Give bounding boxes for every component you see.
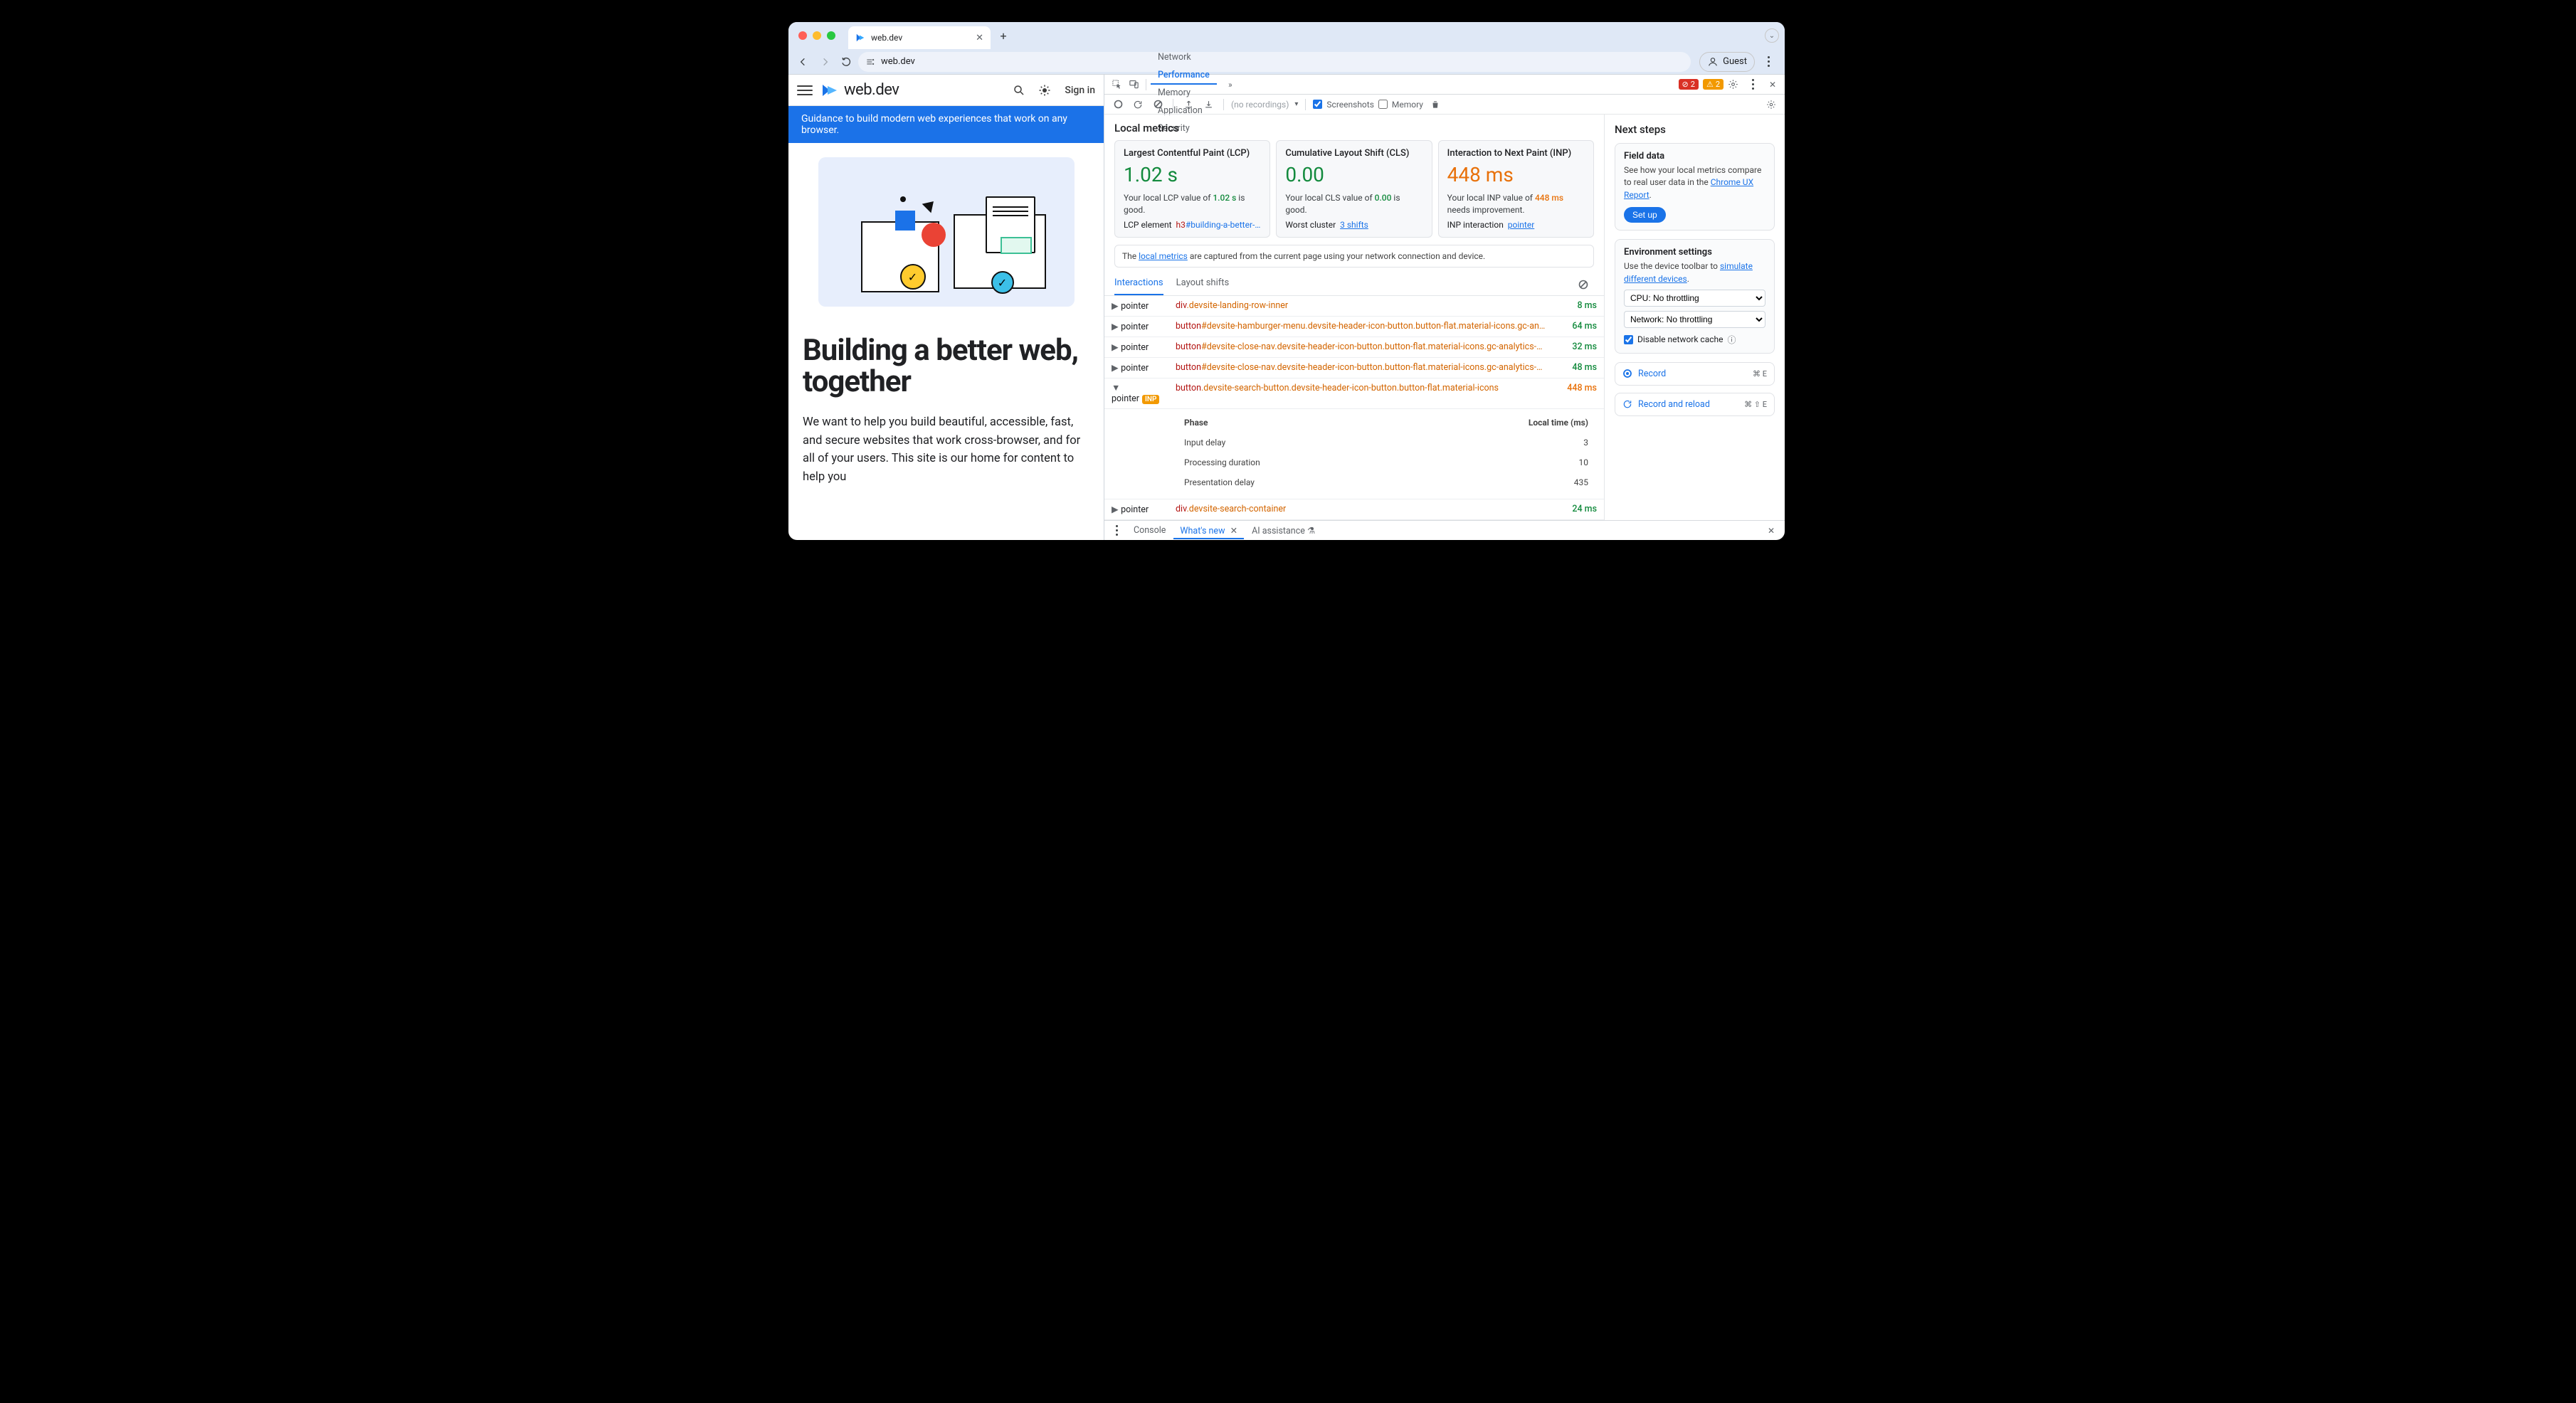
interaction-detail: PhaseLocal time (ms)Input delay3Processi… (1104, 408, 1604, 499)
new-tab-button[interactable]: + (995, 27, 1012, 44)
browser-window: web.dev ✕ + ⌄ web.dev Guest (788, 22, 1785, 540)
recordings-dropdown[interactable]: (no recordings) (1231, 100, 1289, 110)
metric-card: Cumulative Layout Shift (CLS) 0.00 Your … (1276, 140, 1432, 238)
inspect-element-icon[interactable] (1109, 77, 1124, 92)
sidebar-title: Next steps (1615, 123, 1775, 136)
tab-strip: web.dev ✕ + ⌄ (788, 22, 1785, 49)
subtab-interactions[interactable]: Interactions (1114, 275, 1163, 295)
interaction-row[interactable]: ▶ pointer button#devsite-close-nav.devsi… (1104, 357, 1604, 378)
field-data-panel: Field data See how your local metrics co… (1615, 143, 1775, 231)
theme-toggle[interactable] (1035, 80, 1055, 100)
devtools-tab-network[interactable]: Network (1151, 49, 1217, 67)
interaction-row[interactable]: ▶ pointer div.devsite-search-container 2… (1104, 499, 1604, 519)
omnibox-url: web.dev (881, 56, 915, 67)
upload-icon[interactable] (1181, 97, 1196, 112)
subtabs: Interactions Layout shifts (1104, 268, 1604, 296)
local-metrics-link[interactable]: local metrics (1139, 251, 1188, 261)
forward-button[interactable] (815, 53, 834, 71)
devtools-tab-performance[interactable]: Performance (1151, 67, 1217, 85)
signin-link[interactable]: Sign in (1065, 85, 1095, 96)
subtab-layout-shifts[interactable]: Layout shifts (1176, 275, 1230, 295)
download-icon[interactable] (1200, 97, 1216, 112)
guest-icon (1707, 56, 1719, 68)
webdev-logo-icon (821, 82, 838, 99)
interaction-row[interactable]: ▶ pointer button#devsite-hamburger-menu.… (1104, 316, 1604, 337)
interactions-table: ▶ pointer div.devsite-landing-row-inner … (1104, 296, 1604, 520)
local-metrics-title: Local metrics (1114, 122, 1594, 134)
settings-icon[interactable] (1725, 77, 1741, 92)
close-window[interactable] (798, 31, 807, 40)
perf-settings-icon[interactable] (1763, 97, 1779, 112)
devtools-menu[interactable] (1746, 79, 1759, 90)
browser-tab[interactable]: web.dev ✕ (848, 26, 991, 49)
close-drawer-tab-icon[interactable]: ✕ (1230, 526, 1237, 536)
metric-card: Interaction to Next Paint (INP) 448 ms Y… (1438, 140, 1594, 238)
cpu-throttle-select[interactable]: CPU: No throttling (1624, 290, 1765, 307)
warning-count-badge[interactable]: ⚠ 2 (1703, 79, 1724, 90)
minimize-window[interactable] (813, 31, 821, 40)
next-steps-sidebar: Next steps Field data See how your local… (1604, 115, 1785, 520)
record-row[interactable]: Record ⌘ E (1615, 362, 1775, 386)
back-button[interactable] (794, 53, 813, 71)
reload-record-icon[interactable] (1130, 97, 1146, 112)
interaction-row[interactable]: ▶ pointer div.devsite-landing-row-inner … (1104, 296, 1604, 317)
record-icon[interactable] (1110, 97, 1126, 112)
chrome-menu[interactable] (1762, 56, 1775, 67)
more-tabs-icon[interactable]: » (1223, 77, 1238, 92)
tabs-dropdown[interactable]: ⌄ (1765, 28, 1779, 43)
maximize-window[interactable] (827, 31, 835, 40)
favicon (855, 33, 865, 43)
metrics-info: The local metrics are captured from the … (1114, 245, 1594, 268)
flask-icon: ⚗ (1307, 526, 1315, 536)
devtools-tabs: ElementsConsoleSourcesNetworkPerformance… (1104, 75, 1785, 95)
interaction-row[interactable]: ▶ pointer button#devsite-close-nav.devsi… (1104, 337, 1604, 357)
close-devtools-icon[interactable]: ✕ (1765, 77, 1780, 92)
reload-button[interactable] (837, 53, 855, 71)
search-button[interactable] (1009, 80, 1029, 100)
hero-illustration: ✓✓ (818, 157, 1075, 307)
help-icon[interactable]: ⓘ (1727, 334, 1736, 346)
env-settings-panel: Environment settings Use the device tool… (1615, 239, 1775, 354)
memory-checkbox[interactable]: Memory (1378, 100, 1423, 110)
record-reload-row[interactable]: Record and reload ⌘ ⇧ E (1615, 393, 1775, 416)
clear-interactions-icon[interactable] (1578, 280, 1588, 290)
banner: Guidance to build modern web experiences… (788, 106, 1104, 143)
window-controls (798, 31, 835, 40)
network-throttle-select[interactable]: Network: No throttling (1624, 311, 1765, 328)
address-bar: web.dev Guest (788, 49, 1785, 75)
setup-button[interactable]: Set up (1624, 207, 1666, 223)
metric-card: Largest Contentful Paint (LCP) 1.02 s Yo… (1114, 140, 1270, 238)
screenshots-checkbox[interactable]: Screenshots (1313, 100, 1373, 110)
close-tab-icon[interactable]: ✕ (976, 33, 983, 43)
close-drawer-icon[interactable]: ✕ (1763, 523, 1779, 539)
error-count-badge[interactable]: ⊘ 2 (1679, 79, 1699, 90)
devtools-panel: ElementsConsoleSourcesNetworkPerformance… (1104, 75, 1785, 540)
site-settings-icon (865, 57, 875, 67)
interaction-row[interactable]: ▼ pointerINP button.devsite-search-butto… (1104, 378, 1604, 408)
site-logo[interactable]: web.dev (821, 81, 899, 99)
profile-guest[interactable]: Guest (1699, 52, 1755, 72)
page-intro: We want to help you build beautiful, acc… (803, 413, 1089, 486)
clear-icon[interactable] (1150, 97, 1166, 112)
hamburger-menu[interactable] (797, 83, 813, 98)
device-toolbar-icon[interactable] (1126, 77, 1141, 92)
page-viewport: web.dev Sign in Guidance to build modern… (788, 75, 1104, 540)
gc-icon[interactable] (1427, 97, 1443, 112)
perf-toolbar: (no recordings) ▾ Screenshots Memory (1104, 95, 1785, 115)
drawer: Console What's new ✕ AI assistance ⚗ ✕ (1104, 520, 1785, 540)
site-header: web.dev Sign in (788, 75, 1104, 106)
site-logo-text: web.dev (844, 81, 899, 99)
drawer-menu[interactable] (1110, 525, 1123, 536)
drawer-tab-console[interactable]: Console (1127, 522, 1172, 539)
tab-title: web.dev (871, 33, 902, 43)
page-headline: Building a better web, together (803, 335, 1089, 398)
drawer-tab-ai[interactable]: AI assistance ⚗ (1245, 522, 1321, 539)
drawer-tab-whatsnew[interactable]: What's new ✕ (1173, 522, 1244, 539)
disable-cache-checkbox[interactable]: Disable network cache ⓘ (1624, 334, 1765, 346)
omnibox[interactable]: web.dev (858, 52, 1691, 72)
